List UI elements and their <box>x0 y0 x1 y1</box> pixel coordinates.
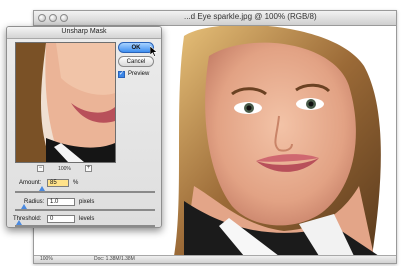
preview-zoom-row: − 100% + <box>15 165 114 173</box>
preview-image <box>16 43 115 162</box>
amount-unit: % <box>73 180 79 186</box>
status-doc-size: Doc: 1.38M/1.38M <box>94 256 135 262</box>
cancel-button[interactable]: Cancel <box>118 56 154 67</box>
zoom-in-button[interactable]: + <box>85 165 92 172</box>
radius-slider[interactable] <box>15 204 155 211</box>
preview-pane[interactable] <box>15 42 116 163</box>
minimize-window-button[interactable] <box>49 14 57 22</box>
radius-slider-thumb[interactable] <box>21 204 28 209</box>
document-titlebar[interactable]: ...d Eye sparkle.jpg @ 100% (RGB/8) <box>34 11 396 26</box>
close-window-button[interactable] <box>38 14 46 22</box>
preview-checkbox[interactable]: ✓ <box>118 71 125 78</box>
threshold-slider-thumb[interactable] <box>16 220 22 225</box>
preview-zoom-label: 100% <box>58 166 71 172</box>
dialog-titlebar[interactable]: Unsharp Mask <box>7 27 161 39</box>
mouse-pointer-icon <box>150 46 158 57</box>
zoom-window-button[interactable] <box>60 14 68 22</box>
unsharp-mask-dialog: Unsharp Mask − 100% + OK Cancel ✓ Previe… <box>6 26 162 228</box>
radius-input[interactable]: 1.0 <box>47 198 75 206</box>
ok-button[interactable]: OK <box>118 42 154 53</box>
threshold-unit: levels <box>79 216 95 222</box>
radius-unit: pixels <box>79 199 95 205</box>
amount-input[interactable]: 85 <box>47 179 69 187</box>
threshold-input[interactable]: 0 <box>47 215 75 223</box>
preview-label: Preview <box>128 71 150 77</box>
dialog-title: Unsharp Mask <box>61 28 107 35</box>
amount-slider[interactable] <box>15 186 155 193</box>
status-zoom[interactable]: 100% <box>40 256 53 262</box>
document-status-bar: 100% Doc: 1.38M/1.38M <box>34 255 396 263</box>
document-title: ...d Eye sparkle.jpg @ 100% (RGB/8) <box>184 12 317 21</box>
amount-slider-thumb[interactable] <box>38 186 45 191</box>
threshold-slider[interactable] <box>15 220 155 227</box>
